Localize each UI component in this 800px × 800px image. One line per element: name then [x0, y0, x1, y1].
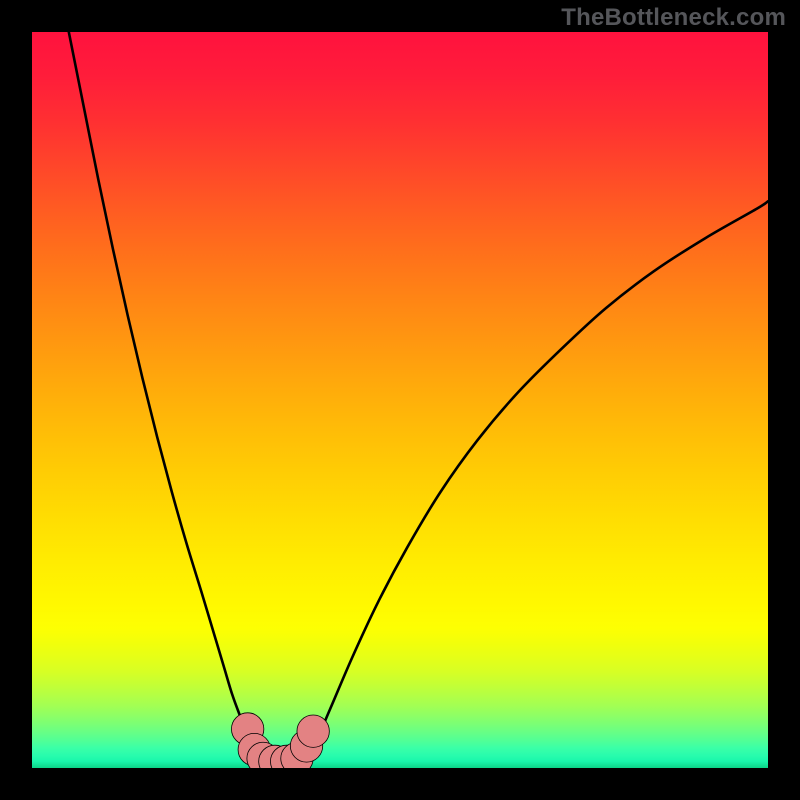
- valley-marker-7[interactable]: [297, 715, 329, 747]
- gradient-background: [32, 32, 768, 768]
- bottleneck-curve[interactable]: [69, 32, 768, 762]
- watermark-label: TheBottleneck.com: [561, 4, 786, 32]
- plot-area: [32, 32, 768, 768]
- bottleneck-chart: [32, 32, 768, 768]
- outer-black-frame: TheBottleneck.com: [0, 0, 800, 800]
